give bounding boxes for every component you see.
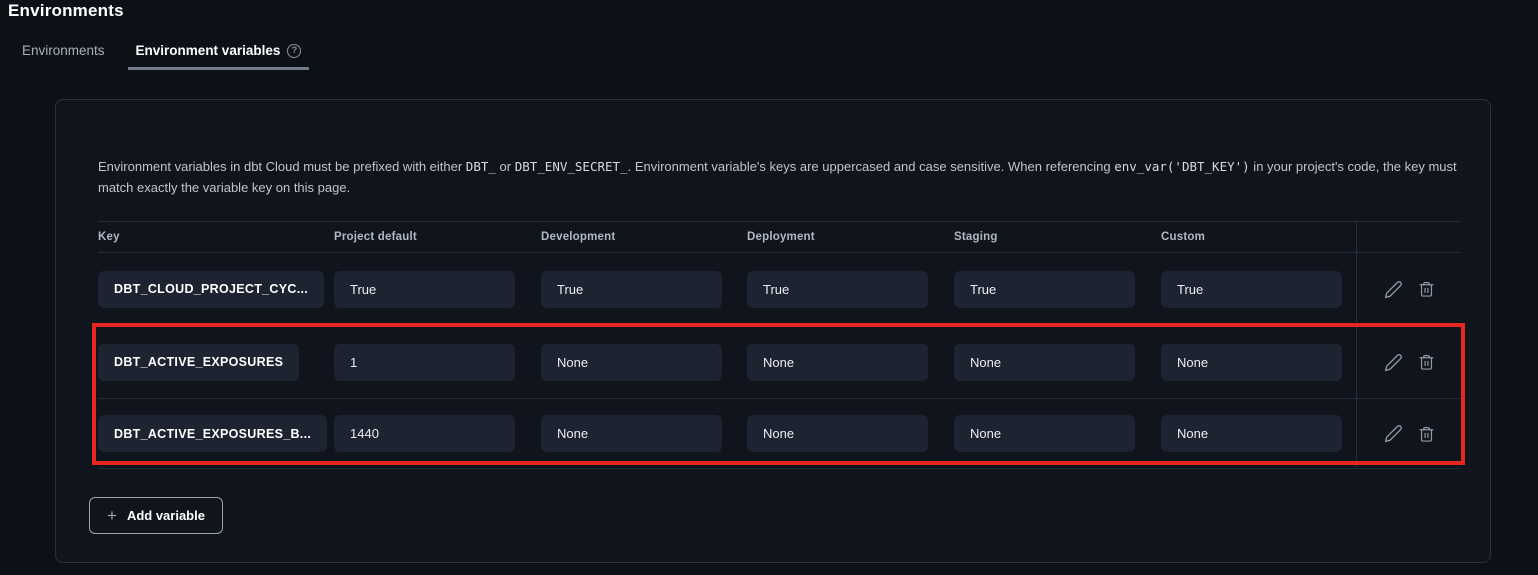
table-row-actions xyxy=(1356,326,1461,399)
help-icon[interactable]: ? xyxy=(287,44,301,58)
variable-key: DBT_ACTIVE_EXPOSURES_B... xyxy=(98,415,327,452)
pencil-icon xyxy=(1384,424,1403,443)
environment-variables-table: Key Project default Development Deployme… xyxy=(98,221,1461,469)
table-row-cell: None xyxy=(954,399,1161,469)
environment-variables-card: Environment variables in dbt Cloud must … xyxy=(55,99,1491,563)
pencil-icon xyxy=(1384,353,1403,372)
tab-bar: Environments Environment variables ? xyxy=(14,38,309,70)
table-row-cell: True xyxy=(1161,253,1356,326)
code-dbt-prefix: DBT_ xyxy=(466,159,496,174)
description-text: Environment variables in dbt Cloud must … xyxy=(98,156,1458,198)
table-row-cell: DBT_ACTIVE_EXPOSURES xyxy=(98,326,334,399)
table-row-cell: True xyxy=(541,253,747,326)
column-header-staging: Staging xyxy=(954,221,1161,253)
table-row-cell: None xyxy=(1161,326,1356,399)
column-header-custom: Custom xyxy=(1161,221,1356,253)
delete-variable-button[interactable] xyxy=(1418,425,1435,443)
tab-environments-label: Environments xyxy=(22,43,105,58)
trash-icon xyxy=(1418,425,1435,443)
variable-value-staging: None xyxy=(954,344,1135,381)
variable-value-project-default: 1440 xyxy=(334,415,515,452)
delete-variable-button[interactable] xyxy=(1418,280,1435,298)
variable-value-deployment: True xyxy=(747,271,928,308)
edit-variable-button[interactable] xyxy=(1384,353,1403,372)
variable-value-project-default: True xyxy=(334,271,515,308)
pencil-icon xyxy=(1384,280,1403,299)
variable-value-custom: None xyxy=(1161,344,1342,381)
variable-value-development: True xyxy=(541,271,722,308)
column-header-key: Key xyxy=(98,221,334,253)
add-variable-label: Add variable xyxy=(127,508,205,523)
variable-value-project-default: 1 xyxy=(334,344,515,381)
column-header-actions xyxy=(1356,221,1461,253)
table-row-cell: 1 xyxy=(334,326,541,399)
variable-value-staging: None xyxy=(954,415,1135,452)
delete-variable-button[interactable] xyxy=(1418,353,1435,371)
table-row-cell: None xyxy=(954,326,1161,399)
table-row-cell: True xyxy=(334,253,541,326)
table-row-cell: DBT_ACTIVE_EXPOSURES_B... xyxy=(98,399,334,469)
edit-variable-button[interactable] xyxy=(1384,424,1403,443)
table-row-cell: None xyxy=(1161,399,1356,469)
variable-value-custom: None xyxy=(1161,415,1342,452)
code-env-var-example: env_var('DBT_KEY') xyxy=(1114,159,1249,174)
edit-variable-button[interactable] xyxy=(1384,280,1403,299)
code-dbt-env-secret-prefix: DBT_ENV_SECRET_ xyxy=(515,159,628,174)
table-row-actions xyxy=(1356,399,1461,469)
environments-page: Environments Environments Environment va… xyxy=(0,0,1538,575)
tab-environment-variables-label: Environment variables xyxy=(136,43,281,58)
description-part: Environment variables in dbt Cloud must … xyxy=(98,159,466,174)
description-part: . Environment variable's keys are upperc… xyxy=(628,159,1115,174)
tab-environment-variables[interactable]: Environment variables ? xyxy=(128,38,310,70)
variable-value-staging: True xyxy=(954,271,1135,308)
description-part: or xyxy=(496,159,515,174)
column-header-deployment: Deployment xyxy=(747,221,954,253)
table-row-cell: True xyxy=(747,253,954,326)
trash-icon xyxy=(1418,280,1435,298)
variable-key: DBT_CLOUD_PROJECT_CYC... xyxy=(98,271,324,308)
variable-value-development: None xyxy=(541,415,722,452)
column-header-project-default: Project default xyxy=(334,221,541,253)
table-row-cell: None xyxy=(747,399,954,469)
plus-icon: + xyxy=(107,507,117,524)
table-row-cell: 1440 xyxy=(334,399,541,469)
tab-environments[interactable]: Environments xyxy=(14,38,113,70)
column-header-development: Development xyxy=(541,221,747,253)
trash-icon xyxy=(1418,353,1435,371)
variable-key: DBT_ACTIVE_EXPOSURES xyxy=(98,344,299,381)
table-row-cell: True xyxy=(954,253,1161,326)
variable-value-deployment: None xyxy=(747,415,928,452)
variable-value-custom: True xyxy=(1161,271,1342,308)
variable-value-deployment: None xyxy=(747,344,928,381)
page-title: Environments xyxy=(8,1,124,21)
variable-value-development: None xyxy=(541,344,722,381)
table-row-cell: None xyxy=(747,326,954,399)
table-row-cell: None xyxy=(541,399,747,469)
table-row-cell: DBT_CLOUD_PROJECT_CYC... xyxy=(98,253,334,326)
table-row-cell: None xyxy=(541,326,747,399)
add-variable-button[interactable]: + Add variable xyxy=(89,497,223,534)
table-row-actions xyxy=(1356,253,1461,326)
